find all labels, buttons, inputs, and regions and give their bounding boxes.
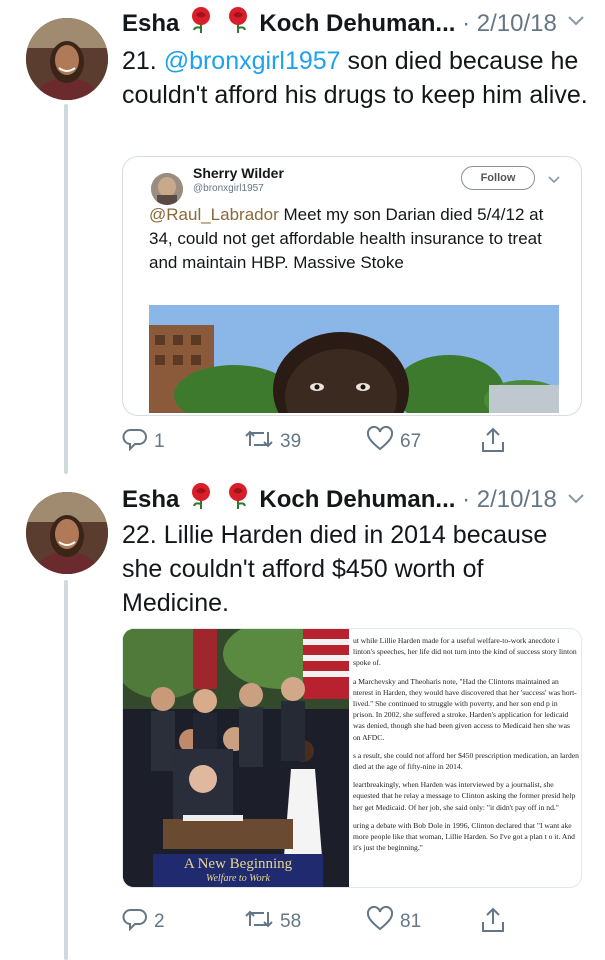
retweet-icon: [244, 906, 280, 938]
article-paragraph: ut while Lillie Harden made for a useful…: [353, 636, 577, 668]
banner-title: A New Beginning: [183, 856, 293, 872]
chevron-down-icon[interactable]: [567, 492, 585, 510]
avatar[interactable]: [26, 492, 108, 574]
share-button[interactable]: [480, 906, 512, 940]
reply-icon: [122, 906, 154, 938]
author-last-name[interactable]: Koch Dehuman...: [259, 486, 455, 513]
signing-photo[interactable]: A New Beginning Welfare to Work: [123, 629, 349, 887]
rose-icon: [188, 482, 214, 519]
rose-icon: [225, 482, 251, 519]
tweet-header: Esha Koch Dehuman... · 2/10/18: [122, 482, 557, 519]
article-excerpt: ut while Lillie Harden made for a useful…: [353, 635, 579, 860]
tweet-text: 22. Lillie Harden died in 2014 because s…: [122, 521, 548, 617]
author-first-name[interactable]: Esha: [122, 486, 179, 513]
retweet-count: 58: [280, 911, 302, 932]
like-icon: [366, 905, 400, 938]
article-paragraph: a Marchevsky and Theoharis note, "Had th…: [353, 676, 577, 742]
article-paragraph: s a result, she could not afford her $45…: [353, 750, 579, 772]
like-count: 81: [400, 911, 422, 932]
tweet-actions: 2 58 81: [122, 905, 592, 946]
share-icon: [480, 906, 512, 940]
banner-sign: A New Beginning Welfare to Work: [153, 854, 323, 887]
tweet-date[interactable]: · 2/10/18: [462, 486, 557, 513]
reply-count: 2: [154, 911, 165, 932]
reply-button[interactable]: 2: [122, 906, 165, 938]
retweet-button[interactable]: 58: [244, 906, 301, 938]
article-paragraph: leartbreakingly, when Harden was intervi…: [353, 780, 576, 812]
banner-subtitle: Welfare to Work: [206, 873, 270, 884]
tweet-media[interactable]: A New Beginning Welfare to Work ut while…: [122, 628, 582, 888]
article-paragraph: uring a debate with Bob Dole in 1996, Cl…: [353, 820, 575, 853]
like-button[interactable]: 81: [366, 905, 422, 938]
thread-line: [64, 580, 68, 960]
tweet-22[interactable]: Esha Koch Dehuman... · 2/10/18 22. Lilli…: [0, 0, 605, 960]
